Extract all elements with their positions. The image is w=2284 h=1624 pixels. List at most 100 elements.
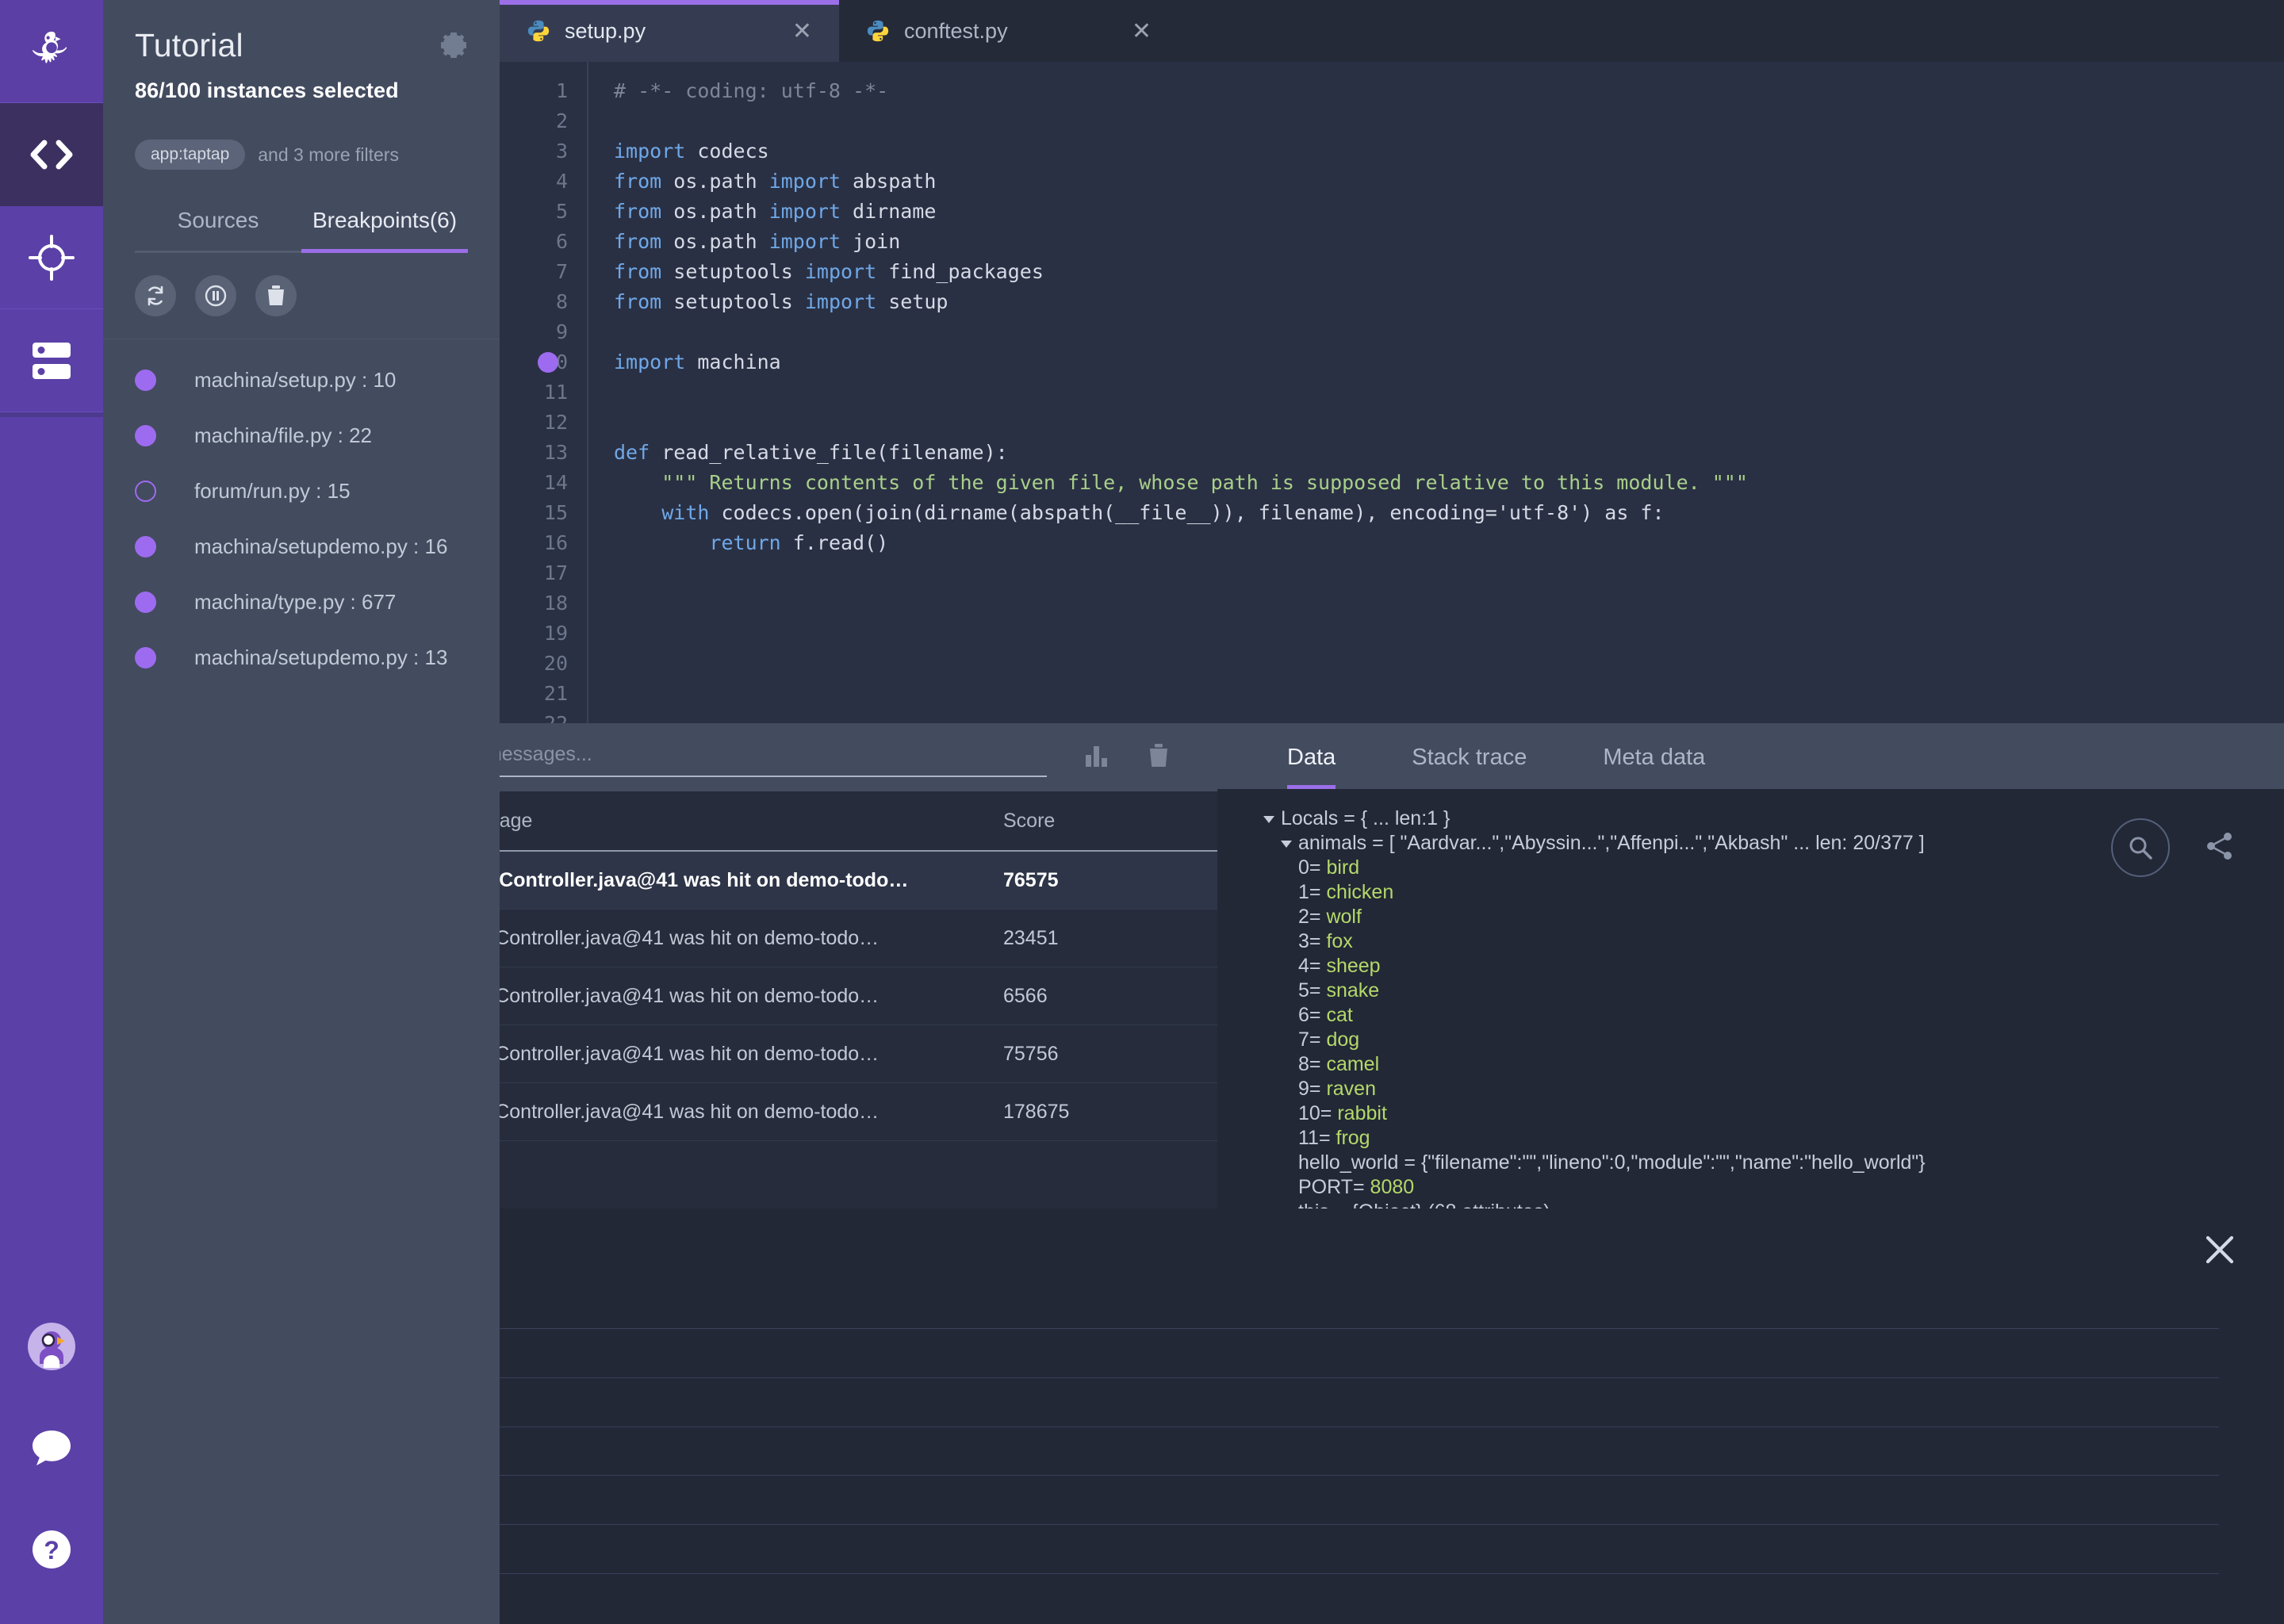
data-tree-line[interactable]: hello_world = {"filename":"","lineno":0,… [1263,1151,2284,1175]
code-line [614,619,2284,649]
tab-data[interactable]: Data [1287,745,1336,789]
cell-score: 6566 [1003,985,1217,1008]
clear-messages-button[interactable] [1147,742,1171,773]
chart-bar-column[interactable] [784,1304,844,1573]
tab-conftest-py[interactable]: conftest.py ✕ [839,0,1178,62]
chart-bar-column[interactable] [1979,1304,2039,1573]
data-tree-line[interactable]: this = {Object} (68 attributes) [1263,1200,2284,1208]
chart-bar-column[interactable] [545,1304,604,1573]
sidebar-item-target[interactable] [0,206,103,309]
tab-meta-data[interactable]: Meta data [1603,745,1705,789]
chart-bar-column[interactable] [1800,1304,1860,1573]
chart-bar-column[interactable] [1741,1304,1800,1573]
chart-bar-column[interactable] [1083,1304,1142,1573]
data-tree-key: Locals = { ... len:1 } [1281,807,1450,829]
code-line: with codecs.open(join(dirname(abspath(__… [614,498,2284,528]
list-item[interactable]: forum/run.py : 15 [103,463,500,519]
list-item[interactable]: machina/setupdemo.py : 16 [103,519,500,574]
chart-bar-column[interactable] [1202,1304,1262,1573]
sidebar-item-server[interactable] [0,309,103,412]
chart-bar-column[interactable] [1442,1304,1501,1573]
tab-stack-trace[interactable]: Stack trace [1412,745,1527,789]
chart-bar-column[interactable] [1143,1304,1202,1573]
chart-bar-column[interactable] [2159,1304,2219,1573]
list-item[interactable]: machina/setup.py : 10 [103,352,500,408]
chart-bar-column[interactable] [1023,1304,1083,1573]
refresh-button[interactable] [135,275,176,316]
list-item[interactable]: machina/type.py : 677 [103,574,500,630]
tab-breakpoints[interactable]: Breakpoints(6) [301,208,468,253]
data-tree-value: cat [1326,1004,1352,1026]
delete-button[interactable] [255,275,297,316]
list-item[interactable]: machina/setupdemo.py : 13 [103,630,500,685]
code-line: """ Returns contents of the given file, … [614,468,2284,498]
gridline: 40 [246,1377,2219,1378]
chat-button[interactable] [0,1397,103,1499]
chart-bar-column[interactable] [1562,1304,1621,1573]
gridline: 0 [246,1573,2219,1574]
column-header-message[interactable]: Message [452,810,1003,833]
data-tree-line[interactable]: 4= sheep [1263,954,2284,979]
chart-bar-column[interactable] [964,1304,1023,1573]
app-logo[interactable] [0,0,103,103]
search-button[interactable] [2111,818,2170,877]
data-tree-line[interactable]: 3= fox [1263,929,2284,954]
share-button[interactable] [2205,831,2235,865]
bar-chart-button[interactable] [1083,742,1110,773]
chart-bar-column[interactable] [724,1304,784,1573]
chart-bar-column[interactable] [2099,1304,2159,1573]
chart-bar-column[interactable] [1322,1304,1382,1573]
close-icon[interactable]: ✕ [1132,17,1152,45]
chart-bar-column[interactable] [1861,1304,1920,1573]
chart-bar-column[interactable] [665,1304,724,1573]
filter-chip[interactable]: app:taptap [135,140,245,170]
chart-bar-column[interactable] [604,1304,664,1573]
line-number: 9 [500,317,568,347]
chevron-down-icon[interactable] [1281,841,1292,848]
chart-bar-column[interactable] [2040,1304,2099,1573]
pause-button[interactable] [195,275,236,316]
data-tree-line[interactable]: 5= snake [1263,979,2284,1003]
data-tree-line[interactable]: 10= rabbit [1263,1101,2284,1126]
code-token: return [709,531,780,554]
settings-button[interactable] [438,29,469,64]
list-item[interactable]: machina/file.py : 22 [103,408,500,463]
breakpoints-sidebar: Tutorial 86/100 instances selected app:t… [103,0,500,1624]
code-token: read_relative_file(filename): [650,441,1008,464]
search-input[interactable] [432,738,1047,777]
data-tree-value: 8080 [1370,1176,1415,1198]
code-token: """ Returns contents of the given file, … [614,471,1748,494]
close-icon[interactable]: ✕ [792,17,812,45]
close-button[interactable] [2203,1233,2236,1270]
help-button[interactable]: ? [0,1499,103,1600]
avatar[interactable] [0,1296,103,1397]
code-token: abspath [841,170,936,193]
chart-bar-column[interactable] [1501,1304,1561,1573]
data-tree-line[interactable]: PORT= 8080 [1263,1175,2284,1200]
data-tree-line[interactable]: 7= dog [1263,1028,2284,1052]
line-number: 11 [500,377,568,408]
column-header-score[interactable]: Score [1003,810,1217,833]
tab-setup-py[interactable]: setup.py ✕ [500,0,839,62]
data-tree-line[interactable]: 8= camel [1263,1052,2284,1077]
chart-bar-column[interactable] [1920,1304,1979,1573]
tab-sources[interactable]: Sources [135,208,301,253]
chart-bar-column[interactable] [844,1304,903,1573]
chevron-down-icon[interactable] [1263,816,1274,823]
chart-bar-column[interactable] [1382,1304,1441,1573]
data-tree-line[interactable]: 2= wolf [1263,905,2284,929]
data-tree-line[interactable]: 9= raven [1263,1077,2284,1101]
data-tree-key: 7= [1298,1028,1326,1051]
chart-bar-column[interactable] [903,1304,963,1573]
code-token: # -*- coding: utf-8 -*- [614,79,888,102]
data-tree-line[interactable]: 1= chicken [1263,880,2284,905]
sidebar-item-code[interactable] [0,103,103,206]
chart-bar-column[interactable] [1263,1304,1322,1573]
editor-breakpoint-marker[interactable] [538,352,558,373]
code-token: from [614,230,661,253]
data-tree-line[interactable]: 6= cat [1263,1003,2284,1028]
more-filters-label[interactable]: and 3 more filters [258,144,399,166]
chart-bar-column[interactable] [1621,1304,1680,1573]
chart-bar-column[interactable] [1680,1304,1740,1573]
data-tree-line[interactable]: 11= frog [1263,1126,2284,1151]
